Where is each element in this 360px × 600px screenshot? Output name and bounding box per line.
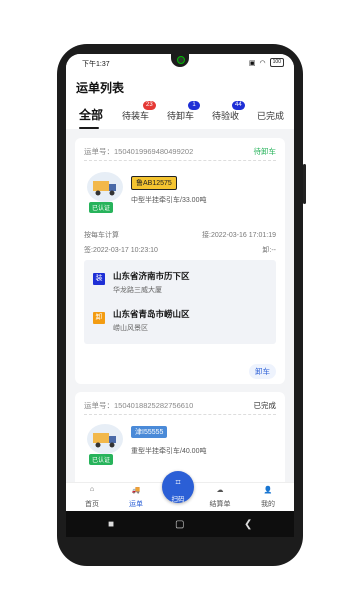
page-title: 运单列表: [76, 81, 125, 95]
wifi-icon: ◠: [259, 59, 266, 67]
license-plate: 鲁AB12575: [131, 176, 177, 190]
status-tabs: 全部 待装车 23 待卸车 1 待验收 44 已完成: [66, 101, 294, 129]
divider: [84, 414, 276, 415]
pending-acceptance-badge: 44: [232, 101, 245, 110]
back-icon[interactable]: ❮: [244, 519, 252, 530]
order-status: 已完成: [253, 401, 277, 410]
truck-type: 重型半挂牵引车/40.00吨: [131, 448, 207, 455]
certified-badge: 已认证: [89, 454, 114, 465]
order-status: 待卸车: [253, 147, 277, 156]
home-icon: ⌂: [89, 486, 95, 493]
active-tab-indicator: [79, 127, 99, 129]
route-box: 装 山东省济南市历下区 华龙路三威大厦 卸 山东省青岛市崂山区 崂山风景区: [84, 260, 276, 344]
page-header: 运单列表 全部 待装车 23 待卸车 1 待验收 44 已完成: [66, 71, 294, 129]
battery-icon: 100: [269, 58, 284, 67]
status-icons: ▣ ◠ 100: [249, 58, 284, 67]
nav-home-label: 首页: [85, 501, 99, 508]
unload-button[interactable]: 卸车: [249, 364, 276, 379]
receive-time: 接:2022-03-16 17:01:19: [202, 232, 276, 239]
truck-icon: [87, 172, 123, 202]
truck-nav-icon: 🚚: [131, 487, 141, 494]
unload-marker: 卸: [93, 312, 105, 324]
truck-icon: [87, 424, 123, 454]
load-marker: 装: [93, 273, 105, 285]
tab-all[interactable]: 全部: [79, 106, 103, 123]
billing-method: 按每车计算: [84, 232, 119, 239]
nav-mine[interactable]: 👤 我的: [248, 483, 288, 509]
load-address: 华龙路三威大厦: [113, 287, 162, 294]
waybill-number: 运单号：1504018825282756610: [84, 401, 194, 410]
nav-waybill-label: 运单: [129, 501, 143, 508]
tab-pending-loading[interactable]: 待装车: [122, 109, 149, 122]
divider: [84, 160, 276, 161]
status-time: 下午1:37: [82, 61, 110, 68]
tab-pending-acceptance[interactable]: 待验收: [212, 109, 239, 122]
app-screen: 下午1:37 ▣ ◠ 100 运单列表 全部 待装车 23 待卸车 1 待验收 …: [66, 54, 294, 511]
load-city: 山东省济南市历下区: [113, 271, 190, 281]
certified-badge: 已认证: [89, 202, 114, 213]
unload-city: 山东省青岛市崂山区: [113, 309, 190, 319]
sim-icon: ▣: [248, 59, 256, 67]
scan-label: 扫码: [171, 496, 185, 503]
unload-address: 崂山风景区: [113, 325, 148, 332]
nav-mine-label: 我的: [261, 501, 275, 508]
pending-loading-badge: 23: [143, 101, 156, 110]
nav-waybill[interactable]: 🚚 运单: [116, 483, 156, 509]
scan-button[interactable]: ⌗ 扫码: [162, 471, 194, 503]
side-button: [303, 164, 306, 204]
nav-settlement-label: 结算单: [209, 501, 231, 508]
bottom-navigation: ⌂ 首页 🚚 运单 ⌗ 扫码 ☁ 结算单 👤 我的: [66, 471, 294, 511]
menu-icon[interactable]: ■: [108, 519, 114, 530]
camera-icon: [177, 56, 185, 64]
scan-icon: ⌗: [175, 477, 181, 487]
truck-type: 中型半挂牵引车/33.00吨: [131, 197, 207, 204]
license-plate: 津I55555: [131, 426, 168, 438]
nav-settlement[interactable]: ☁ 结算单: [200, 483, 240, 509]
sign-time: 签:2022-03-17 10:23:10: [84, 247, 158, 254]
nav-home[interactable]: ⌂ 首页: [72, 483, 112, 509]
tab-pending-unloading[interactable]: 待卸车: [167, 109, 194, 122]
order-card[interactable]: 运单号：1504019969480499202 待卸车 已认证 鲁AB12575…: [75, 138, 285, 384]
user-icon: 👤: [263, 487, 273, 494]
pending-unloading-badge: 1: [188, 101, 200, 110]
waybill-number: 运单号：1504019969480499202: [84, 147, 194, 156]
system-navbar: ■ ▢ ❮: [66, 511, 294, 537]
home-circle-icon[interactable]: ▢: [175, 519, 184, 530]
unload-time: 卸:--: [262, 247, 276, 254]
tab-completed[interactable]: 已完成: [257, 109, 284, 122]
settlement-icon: ☁: [216, 487, 224, 494]
